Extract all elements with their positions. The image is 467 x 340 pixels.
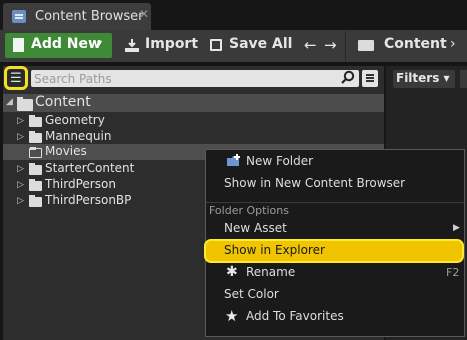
chevron-right-icon[interactable]: › — [450, 36, 456, 52]
menu-item-new-asset[interactable]: New Asset ▶ — [206, 218, 464, 240]
menu-item-new-folder[interactable]: New Folder — [206, 151, 464, 173]
menu-item-show-in-explorer[interactable]: Show in Explorer — [204, 239, 464, 263]
chevron-down-icon: ▾ — [97, 38, 103, 49]
menu-item-label: Show in New Content Browser — [224, 176, 406, 190]
folder-icon — [29, 131, 42, 143]
menu-item-add-to-favorites[interactable]: ★ Add To Favorites — [206, 306, 464, 328]
collapse-arrow-icon[interactable]: ▷ — [17, 116, 24, 126]
close-icon[interactable]: ✕ — [139, 7, 149, 21]
rename-icon: ✱ — [226, 264, 238, 280]
menu-item-label: Rename — [246, 265, 296, 279]
menu-section-header: Folder Options — [209, 204, 289, 217]
new-folder-icon — [226, 154, 242, 171]
tree-item-geometry[interactable]: ▷ Geometry — [3, 113, 384, 129]
collapse-arrow-icon[interactable]: ▷ — [17, 180, 24, 190]
filters-button[interactable]: Filters ▾ — [393, 70, 455, 88]
menu-item-label: New Asset — [224, 221, 287, 235]
tab-title: Content Browser — [35, 9, 144, 24]
tree-item-label: StarterContent — [45, 161, 135, 175]
collapse-arrow-icon[interactable]: ▷ — [17, 164, 24, 174]
new-document-icon — [13, 38, 24, 52]
tree-item-label: Mannequin — [45, 129, 112, 143]
sidebar-toggle-icon: ☰ — [10, 71, 22, 86]
filters-label: Filters ▾ — [396, 71, 450, 85]
menu-separator — [206, 202, 464, 203]
menu-item-label: Add To Favorites — [246, 309, 344, 323]
collapse-arrow-icon[interactable]: ▷ — [17, 132, 24, 142]
folder-icon — [29, 195, 42, 207]
folder-icon — [17, 97, 33, 111]
content-browser-tab[interactable]: Content Browser ✕ — [3, 3, 151, 30]
submenu-arrow-icon: ▶ — [453, 223, 460, 233]
folder-context-menu: New Folder Show in New Content Browser F… — [204, 149, 465, 337]
search-assets-field[interactable] — [460, 70, 467, 88]
search-icon[interactable] — [341, 70, 355, 88]
tree-item-label: ThirdPersonBP — [45, 193, 132, 207]
folder-icon — [358, 40, 374, 51]
folder-icon — [29, 163, 42, 175]
forward-arrow-icon[interactable]: → — [324, 36, 337, 54]
tree-item-label: Movies — [45, 144, 87, 158]
tree-item-label: Geometry — [45, 113, 105, 127]
menu-item-label: New Folder — [246, 154, 314, 168]
expand-arrow-icon[interactable]: ◢ — [6, 97, 13, 107]
menu-item-label: Show in Explorer — [224, 243, 325, 257]
view-options-icon[interactable] — [362, 70, 378, 87]
add-new-label: Add New — [31, 36, 101, 52]
folder-icon — [29, 179, 42, 191]
sidebar-toggle-button[interactable]: ☰ — [4, 66, 28, 90]
breadcrumb-content[interactable]: Content — [384, 36, 447, 52]
toolbar-divider — [345, 31, 346, 61]
back-arrow-icon[interactable]: ← — [304, 36, 317, 54]
search-paths-input[interactable] — [31, 70, 359, 87]
menu-item-set-color[interactable]: Set Color — [206, 284, 464, 306]
save-icon[interactable] — [210, 39, 222, 51]
content-browser-icon — [12, 10, 26, 23]
tree-item-content[interactable]: ◢ Content — [3, 94, 384, 112]
import-button[interactable]: Import — [145, 36, 198, 52]
tree-item-label: ThirdPerson — [45, 177, 116, 191]
star-icon: ★ — [225, 307, 239, 325]
tree-item-label: Content — [35, 94, 91, 110]
menu-item-rename[interactable]: ✱ Rename F2 — [206, 262, 464, 284]
add-new-button[interactable]: Add New ▾ — [5, 33, 112, 58]
import-icon[interactable] — [125, 38, 139, 56]
menu-item-label: Set Color — [224, 287, 279, 301]
save-all-button[interactable]: Save All — [229, 36, 292, 52]
menu-item-show-in-new-content-browser[interactable]: Show in New Content Browser — [206, 173, 464, 195]
collapse-arrow-icon[interactable]: ▷ — [17, 196, 24, 206]
shortcut-label: F2 — [446, 266, 460, 279]
tree-item-mannequin[interactable]: ▷ Mannequin — [3, 129, 384, 145]
folder-icon — [29, 115, 42, 127]
folder-icon — [29, 147, 42, 158]
